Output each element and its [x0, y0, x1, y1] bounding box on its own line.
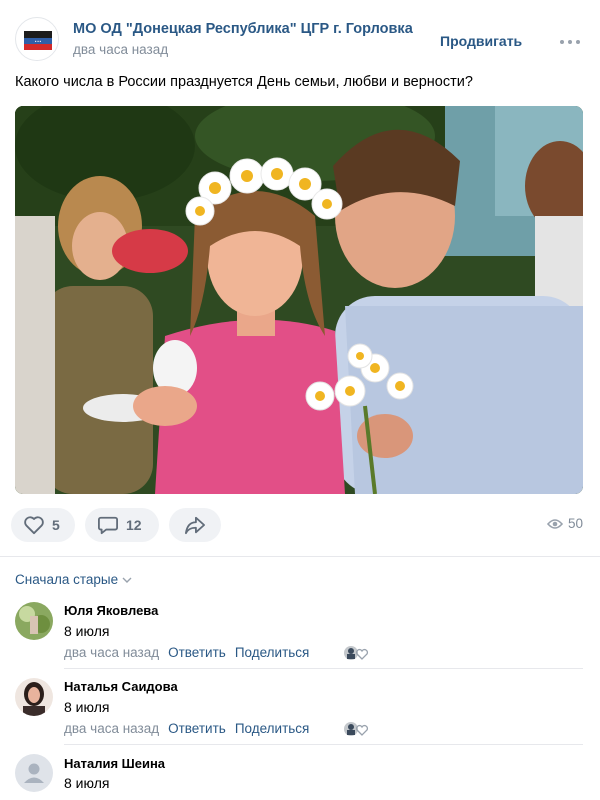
comment-time[interactable]: два часа назад — [64, 645, 159, 660]
comment-icon — [98, 516, 118, 535]
svg-text:•••: ••• — [34, 39, 41, 44]
comment-like-button[interactable] — [342, 720, 370, 738]
post-photo[interactable] — [15, 106, 583, 494]
comments-sort-dropdown[interactable]: Сначала старые — [15, 572, 132, 587]
group-avatar[interactable]: ••• — [15, 17, 59, 61]
views-count: 50 — [567, 516, 583, 531]
like-count: 5 — [52, 517, 60, 533]
comment-author[interactable]: Юля Яковлева — [64, 603, 158, 618]
reaction-heart-icon — [344, 646, 369, 660]
comment-time[interactable]: два часа назад — [64, 721, 159, 736]
comment-count: 12 — [126, 517, 142, 533]
divider — [0, 556, 600, 557]
comment-text: 8 июля — [64, 699, 110, 715]
reply-button[interactable]: Ответить — [168, 645, 226, 660]
eye-icon — [546, 518, 563, 529]
more-options-icon[interactable] — [560, 40, 580, 46]
comment-avatar[interactable] — [15, 754, 53, 792]
reaction-heart-icon — [344, 722, 369, 736]
comment-separator — [64, 744, 583, 745]
share-arrow-icon — [185, 516, 205, 535]
sort-label: Сначала старые — [15, 572, 119, 587]
comment-meta: два часа назад Ответить Поделиться — [64, 721, 309, 736]
group-name[interactable]: МО ОД "Донецкая Республика" ЦГР г. Горло… — [73, 21, 413, 37]
post-text: Какого числа в России празднуется День с… — [15, 74, 473, 90]
promote-button[interactable]: Продвигать — [440, 33, 522, 49]
share-comment-button[interactable]: Поделиться — [235, 721, 310, 736]
share-comment-button[interactable]: Поделиться — [235, 645, 310, 660]
comment-separator — [64, 668, 583, 669]
heart-icon — [24, 516, 44, 535]
comment-text: 8 июля — [64, 623, 110, 639]
comment-author[interactable]: Наталья Саидова — [64, 679, 178, 694]
comment-author[interactable]: Наталия Шеина — [64, 756, 165, 771]
views-counter: 50 — [546, 516, 583, 531]
comment-meta: два часа назад Ответить Поделиться — [64, 645, 309, 660]
reply-button[interactable]: Ответить — [168, 721, 226, 736]
post-actions: 5 12 50 — [0, 508, 600, 542]
comment-avatar[interactable] — [15, 602, 53, 640]
comment-avatar[interactable] — [15, 678, 53, 716]
default-avatar-icon — [15, 754, 53, 792]
comment-text: 8 июля — [64, 775, 110, 791]
comment-button[interactable]: 12 — [85, 508, 159, 542]
like-button[interactable]: 5 — [11, 508, 75, 542]
comment-like-button[interactable] — [342, 644, 370, 662]
post-time[interactable]: два часа назад — [73, 42, 168, 57]
post-header: ••• МО ОД "Донецкая Республика" ЦГР г. Г… — [0, 0, 600, 64]
chevron-down-icon — [122, 577, 132, 583]
share-button[interactable] — [169, 508, 221, 542]
